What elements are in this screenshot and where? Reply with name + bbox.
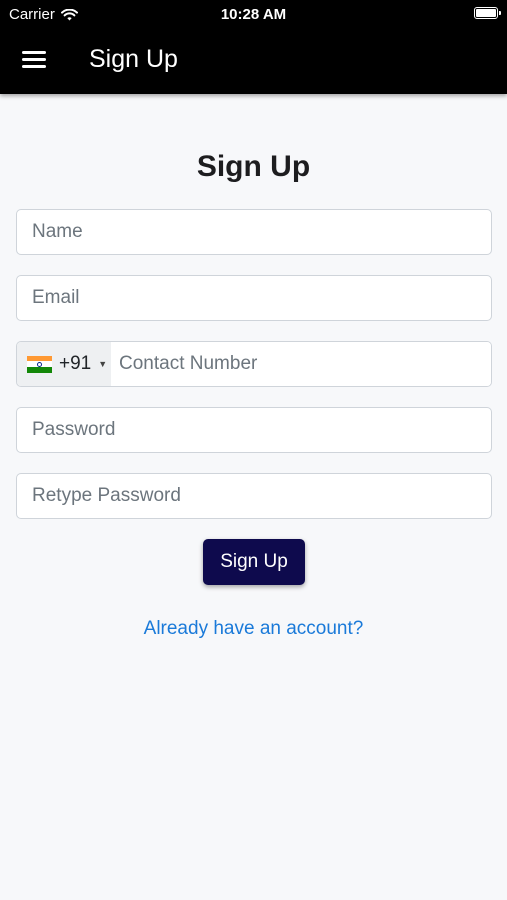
nav-title: Sign Up <box>89 45 178 73</box>
chevron-down-icon: ▼ <box>98 359 108 369</box>
country-code-selector[interactable]: +91 ▼ <box>17 342 111 386</box>
login-link[interactable]: Already have an account? <box>0 618 507 640</box>
nav-bar: Sign Up <box>0 28 507 94</box>
name-field[interactable] <box>16 209 492 255</box>
status-time: 10:28 AM <box>220 6 287 23</box>
dial-code: +91 <box>59 353 92 374</box>
sign-up-button[interactable]: Sign Up <box>203 539 305 585</box>
contact-number-field[interactable] <box>111 342 491 386</box>
india-flag-icon <box>27 355 52 373</box>
password-field[interactable] <box>16 407 492 453</box>
email-field[interactable] <box>16 275 492 321</box>
retype-password-field[interactable] <box>16 473 492 519</box>
hamburger-menu-icon[interactable] <box>22 51 48 71</box>
battery-icon <box>474 7 501 19</box>
status-bar: Carrier 10:28 AM <box>0 0 507 28</box>
page-title: Sign Up <box>196 150 311 183</box>
contact-number-group: +91 ▼ <box>16 341 492 387</box>
